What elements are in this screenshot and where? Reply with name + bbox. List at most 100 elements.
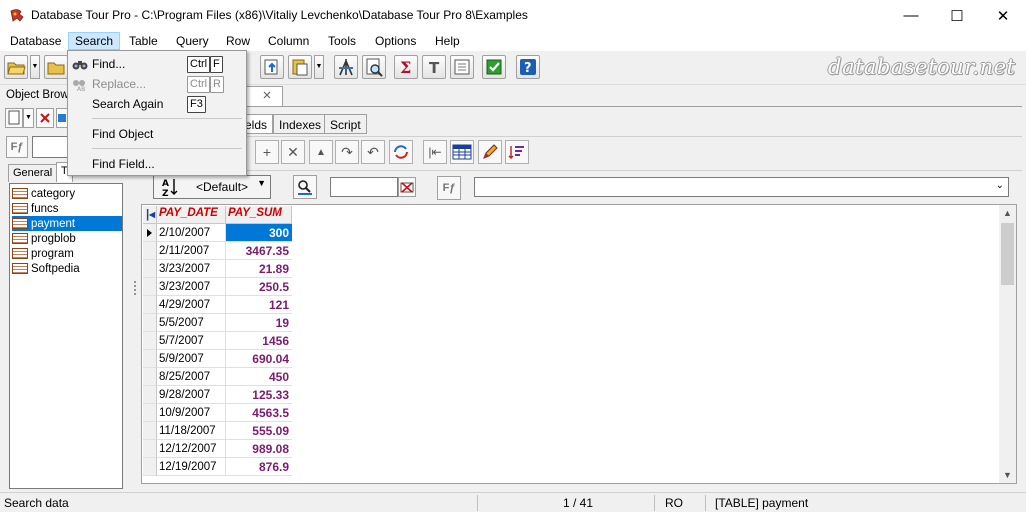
delete-object-button[interactable] <box>36 108 54 128</box>
cell-pay-date[interactable]: 2/10/2007 <box>157 224 226 242</box>
row-indicator[interactable] <box>143 260 157 278</box>
refresh-button[interactable] <box>389 140 413 164</box>
table-item-softpedia[interactable]: Softpedia <box>12 261 122 276</box>
menu-item-search-again[interactable]: Search Again F3 <box>68 93 246 115</box>
close-button[interactable]: ✕ <box>980 0 1026 31</box>
table-item-payment[interactable]: payment <box>12 216 122 231</box>
cell-pay-sum[interactable]: 19 <box>226 314 292 332</box>
row-indicator[interactable] <box>143 242 157 260</box>
menu-column[interactable]: Column <box>262 32 315 50</box>
first-column-button[interactable]: |⇤ <box>423 140 447 164</box>
cancel-edit-button[interactable]: ↶ <box>361 140 385 164</box>
find-value-button[interactable] <box>293 175 317 199</box>
tab-script[interactable]: Script <box>324 114 367 134</box>
open-folder-button[interactable] <box>4 55 28 79</box>
post-record-button[interactable]: ↷ <box>335 140 359 164</box>
preview-button[interactable] <box>362 55 386 79</box>
column-header-pay-date[interactable]: PAY_DATE <box>157 206 226 224</box>
row-indicator[interactable] <box>143 440 157 458</box>
scrollbar-thumb[interactable] <box>1001 223 1014 285</box>
menu-search[interactable]: Search <box>68 32 121 50</box>
row-indicator[interactable] <box>143 458 157 476</box>
edit-record-button[interactable]: ▲ <box>309 140 333 164</box>
table-item-funcs[interactable]: funcs <box>12 201 122 216</box>
cell-pay-date[interactable]: 3/23/2007 <box>157 260 226 278</box>
cell-pay-sum[interactable]: 1456 <box>226 332 292 350</box>
menu-query[interactable]: Query <box>170 32 215 50</box>
document-tab-close[interactable] <box>260 88 276 104</box>
grid-view-button[interactable] <box>450 140 474 164</box>
table-item-program[interactable]: program <box>12 246 122 261</box>
help-button[interactable]: ? <box>516 55 540 79</box>
menu-item-replace[interactable]: AB Replace... Ctrl R <box>68 73 246 95</box>
minimize-button[interactable]: — <box>888 0 934 31</box>
cell-pay-sum[interactable]: 3467.35 <box>226 242 292 260</box>
scroll-up-icon[interactable]: ▲ <box>1003 208 1012 218</box>
clear-find-button[interactable] <box>398 177 416 197</box>
cell-pay-sum[interactable]: 300 <box>226 224 292 242</box>
insert-record-button[interactable]: + <box>255 140 279 164</box>
cell-pay-date[interactable]: 2/11/2007 <box>157 242 226 260</box>
menu-database[interactable]: Database <box>4 32 67 50</box>
tab-general[interactable]: General <box>8 164 58 182</box>
open-dropdown-arrow[interactable]: ▼ <box>30 55 40 79</box>
menu-options[interactable]: Options <box>369 32 422 50</box>
paste-button[interactable] <box>288 55 312 79</box>
cell-pay-date[interactable]: 10/9/2007 <box>157 404 226 422</box>
cell-pay-sum[interactable]: 876.9 <box>226 458 292 476</box>
row-indicator[interactable] <box>143 278 157 296</box>
cell-pay-sum[interactable]: 690.04 <box>226 350 292 368</box>
sum-button[interactable]: Σ <box>394 55 418 79</box>
menu-row[interactable]: Row <box>220 32 256 50</box>
menu-item-find-object[interactable]: Find Object <box>68 123 246 145</box>
cell-pay-sum[interactable]: 21.89 <box>226 260 292 278</box>
sort-columns-button[interactable] <box>505 140 529 164</box>
tab-indexes[interactable]: Indexes <box>273 114 328 134</box>
cell-pay-date[interactable]: 3/23/2007 <box>157 278 226 296</box>
memo-button[interactable] <box>450 55 474 79</box>
cell-pay-sum[interactable]: 450 <box>226 368 292 386</box>
cell-pay-date[interactable]: 9/28/2007 <box>157 386 226 404</box>
table-item-category[interactable]: category <box>12 186 122 201</box>
cell-pay-sum[interactable]: 4563.5 <box>226 404 292 422</box>
delete-record-button[interactable]: ✕ <box>281 140 305 164</box>
highlight-button[interactable] <box>478 140 502 164</box>
new-object-dropdown-arrow[interactable]: ▼ <box>23 108 34 128</box>
row-indicator[interactable] <box>143 368 157 386</box>
cell-pay-date[interactable]: 4/29/2007 <box>157 296 226 314</box>
row-indicator[interactable] <box>143 332 157 350</box>
new-object-button[interactable] <box>5 108 23 128</box>
filter-expression-combo[interactable]: ⌄ <box>474 177 1009 197</box>
menu-help[interactable]: Help <box>429 32 466 50</box>
vertical-scrollbar[interactable]: ▲ ▼ <box>999 205 1016 483</box>
row-indicator[interactable] <box>143 296 157 314</box>
open-folder-2-button[interactable] <box>44 55 68 79</box>
cell-pay-date[interactable]: 5/5/2007 <box>157 314 226 332</box>
filter-button[interactable]: Fƒ <box>6 136 28 158</box>
cell-pay-date[interactable]: 5/9/2007 <box>157 350 226 368</box>
row-indicator[interactable] <box>143 386 157 404</box>
sort-order-combo[interactable]: AZ <Default> ▼ <box>153 175 271 199</box>
menu-table[interactable]: Table <box>123 32 164 50</box>
row-indicator[interactable] <box>143 422 157 440</box>
cell-pay-date[interactable]: 5/7/2007 <box>157 332 226 350</box>
menu-item-find[interactable]: Find... Ctrl F <box>68 53 246 75</box>
filter-expression-button[interactable]: Fƒ <box>437 176 461 200</box>
menu-item-find-field[interactable]: Find Field... <box>68 153 246 175</box>
export-button[interactable] <box>260 55 284 79</box>
data-grid[interactable]: |◂ PAY_DATE PAY_SUM 2/10/2007 300 2/11/200… <box>141 204 1017 484</box>
column-header-pay-sum[interactable]: PAY_SUM <box>226 206 292 224</box>
cell-pay-date[interactable]: 12/12/2007 <box>157 440 226 458</box>
table-item-progblob[interactable]: progblob <box>12 231 122 246</box>
cell-pay-date[interactable]: 12/19/2007 <box>157 458 226 476</box>
cell-pay-date[interactable]: 11/18/2007 <box>157 422 226 440</box>
text-button[interactable]: T <box>422 55 446 79</box>
maximize-button[interactable]: ☐ <box>934 0 980 31</box>
cell-pay-sum[interactable]: 125.33 <box>226 386 292 404</box>
paste-dropdown-arrow[interactable]: ▼ <box>314 55 324 79</box>
row-indicator[interactable] <box>143 350 157 368</box>
row-indicator[interactable] <box>143 314 157 332</box>
cell-pay-sum[interactable]: 989.08 <box>226 440 292 458</box>
check-button[interactable] <box>482 55 506 79</box>
row-indicator[interactable] <box>143 224 157 242</box>
